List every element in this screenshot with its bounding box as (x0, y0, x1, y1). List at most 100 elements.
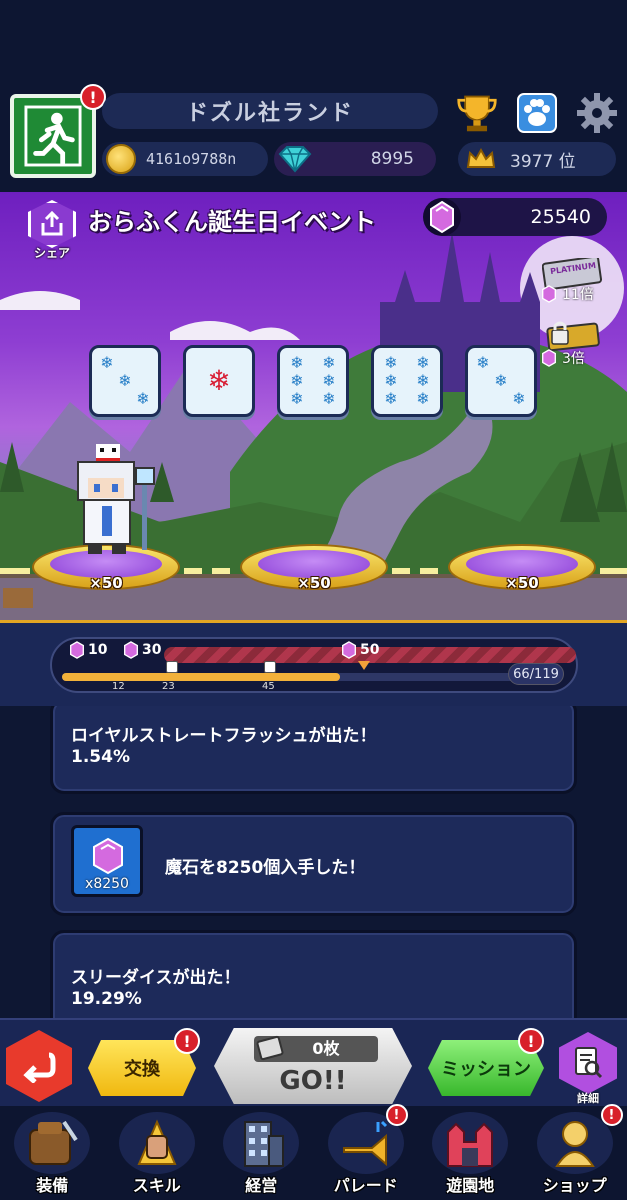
return-arrow-icon (23, 1052, 56, 1083)
nav-label: 装備 (36, 1176, 69, 1195)
dice-4: ❄ ❄ ❄ ❄ ❄ ❄ (371, 345, 443, 417)
snowflake-icon: ❄ (322, 389, 336, 408)
action-bar: 交換 ! 0枚 GO!! ミッション ! 詳細 (0, 1018, 627, 1106)
track-dash (600, 568, 627, 574)
fist-icon (118, 1112, 195, 1174)
space-reward: ×50 (505, 574, 539, 592)
bottom-nav: 装備 スキル 経営 パレード ! 遊園地 ショップ ! (0, 1104, 627, 1200)
settings-button[interactable] (576, 92, 618, 134)
gem-counter[interactable]: 8995 (274, 142, 436, 176)
shopkeeper-icon (536, 1112, 613, 1174)
platinum-multiplier-row: 11倍 (540, 284, 594, 304)
progress-area: 10 30 50 12 23 45 66/119 (0, 620, 627, 706)
log-entry-value: 19.29% (71, 989, 142, 1009)
dice-3: ❄ ❄ ❄ ❄ ❄ ❄ (277, 345, 349, 417)
trophy-button[interactable] (456, 92, 498, 134)
paw-icon (517, 93, 557, 133)
milestone-1: 10 (68, 641, 107, 659)
magic-stone-icon (423, 198, 461, 236)
milestone-3: 50 (340, 641, 379, 659)
nav-label: スキル (132, 1176, 181, 1195)
progress-frame: 10 30 50 12 23 45 66/119 (50, 637, 578, 693)
player-character (77, 444, 155, 554)
gear-icon (577, 93, 617, 133)
result-log[interactable]: ロイヤルストレートフラッシュが出た！ 1.54% x8250 魔石を8250個入… (0, 706, 627, 1020)
nav-label: 遊園地 (446, 1176, 495, 1195)
snowflake-icon: ❄ (416, 353, 430, 372)
magic-stone-amount: 25540 (530, 206, 591, 228)
park-name[interactable]: ドズル社ランド (102, 93, 438, 129)
friends-button[interactable] (516, 92, 558, 134)
snowflake-icon: ❄ (384, 389, 398, 408)
snowflake-icon: ❄ (384, 353, 398, 372)
snowflake-icon: ❄ (476, 353, 490, 372)
magic-stone-icon (70, 641, 84, 659)
go-button[interactable]: 0枚 GO!! (214, 1028, 412, 1104)
nav-skill[interactable]: スキル (105, 1106, 210, 1200)
snowflake-icon: ❄ (384, 371, 398, 390)
nav-label: ショップ (542, 1176, 607, 1195)
space-reward: ×50 (89, 574, 123, 592)
board-space-3: ×50 (448, 544, 596, 594)
nav-equipment[interactable]: 装備 (0, 1106, 105, 1200)
milestone-2: 30 (122, 641, 161, 659)
nav-amusement-park[interactable]: 遊園地 (418, 1106, 523, 1200)
back-button[interactable] (6, 1030, 72, 1102)
dice-milestone-icon (166, 661, 178, 673)
progress-count: 66/119 (508, 663, 564, 685)
event-title: おらふくん誕生日イベント (88, 208, 376, 236)
snowflake-icon: ❄ (100, 353, 114, 372)
nav-parade[interactable]: パレード ! (314, 1104, 419, 1200)
log-entry-title: 魔石を8250個入手した！ (165, 858, 366, 878)
progress-bar-fill (62, 673, 340, 681)
nav-management[interactable]: 経営 (209, 1106, 314, 1200)
space-reward: ×50 (297, 574, 331, 592)
backpack-icon (14, 1112, 90, 1174)
locked-multiplier-row: 3倍 (540, 348, 585, 368)
reward-quantity: x8250 (85, 876, 129, 892)
diamond-icon (278, 146, 312, 173)
coin-counter: 4161o9788n (102, 142, 268, 176)
dice-milestone-icon (264, 661, 276, 673)
snowflake-icon: ❄ (290, 389, 304, 408)
magic-stone-icon (542, 349, 556, 367)
log-entry: x8250 魔石を8250個入手した！ (50, 812, 577, 916)
snowflake-icon: ❄ (207, 364, 231, 397)
document-search-icon (575, 1047, 603, 1079)
milestone-label: 10 (88, 642, 108, 658)
platinum-multiplier-value: 11倍 (562, 287, 594, 303)
ticket-count: 0枚 (312, 1039, 340, 1058)
nav-shop[interactable]: ショップ ! (523, 1104, 627, 1200)
tick-label: 45 (262, 681, 275, 692)
event-scene: シェア おらふくん誕生日イベント 25540 PLATINUM 11倍 3倍 ❄… (0, 192, 627, 620)
milestone-label: 50 (360, 642, 380, 658)
track-dash (420, 568, 438, 574)
track-dash (212, 568, 230, 574)
header: ! ドズル社ランド 4161o9788n 8995 3977 位 (0, 0, 627, 192)
snowflake-icon: ❄ (322, 371, 336, 390)
snowflake-icon: ❄ (416, 371, 430, 390)
detail-button[interactable]: 詳細 (556, 1032, 620, 1105)
detail-hex (559, 1032, 617, 1094)
track-dash (0, 568, 30, 574)
track-dash (392, 568, 410, 574)
board-space-2: ×50 (240, 544, 388, 594)
trophy-icon (457, 95, 497, 132)
castle-gate-icon (432, 1112, 508, 1174)
snowflake-icon: ❄ (290, 371, 304, 390)
magic-stone-icon (542, 285, 556, 303)
go-label: GO!! (279, 1066, 347, 1096)
exit-button[interactable] (10, 94, 96, 178)
locked-multiplier-value: 3倍 (562, 351, 585, 367)
reward-item-box: x8250 (71, 825, 143, 897)
log-entry: ロイヤルストレートフラッシュが出た！ 1.54% (50, 706, 577, 794)
mission-alert-badge: ! (518, 1028, 544, 1054)
shop-alert-badge: ! (600, 1104, 623, 1126)
share-button[interactable]: シェア (24, 200, 80, 260)
rank-counter[interactable]: 3977 位 (458, 142, 616, 176)
tick-label: 23 (162, 681, 175, 692)
parade-alert-badge: ! (385, 1104, 408, 1126)
coin-icon (106, 144, 136, 174)
snowflake-icon: ❄ (416, 389, 430, 408)
share-label: シェア (33, 246, 70, 260)
